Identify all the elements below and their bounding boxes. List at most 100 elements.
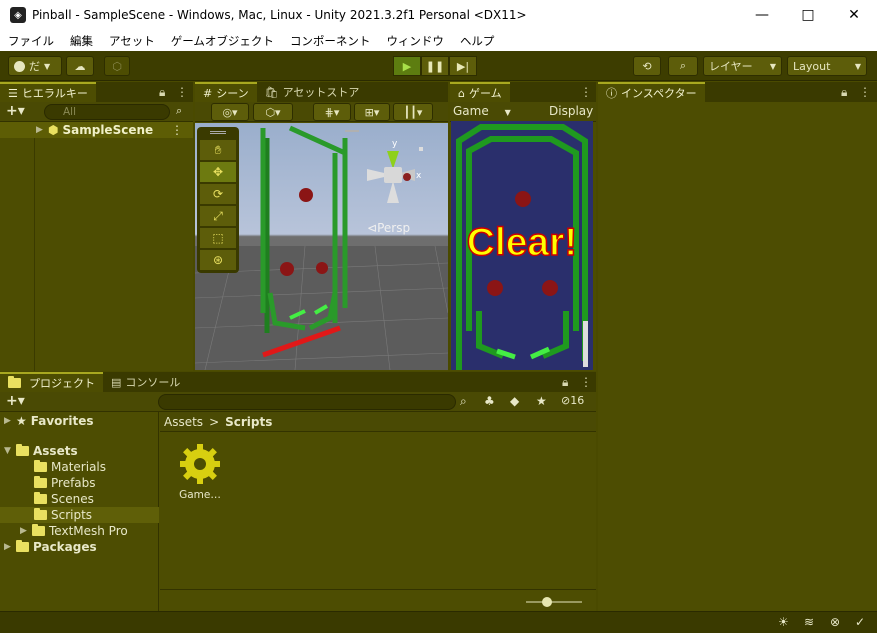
tab-game[interactable]: ⌂ ゲーム: [450, 82, 510, 102]
expand-arrow-icon[interactable]: ▶: [4, 542, 16, 552]
menu-window[interactable]: ウィンドウ: [378, 33, 452, 49]
favorites-row[interactable]: ▶ ★ Favorites: [4, 413, 93, 429]
rotate-tool-button[interactable]: ⟳: [200, 184, 236, 204]
asset-item-script[interactable]: Game…: [170, 442, 230, 501]
folder-materials[interactable]: Materials: [34, 459, 106, 475]
folder-scenes[interactable]: Scenes: [34, 491, 94, 507]
tab-project[interactable]: プロジェクト: [0, 372, 103, 392]
rect-tool-button[interactable]: ⬚: [200, 228, 236, 248]
menu-edit[interactable]: 編集: [62, 33, 101, 49]
tab-console[interactable]: ▤ コンソール: [103, 372, 188, 392]
kebab-menu-icon[interactable]: ⋮: [171, 123, 183, 137]
folder-prefabs[interactable]: Prefabs: [34, 475, 96, 491]
breadcrumb-root[interactable]: Assets: [164, 415, 203, 429]
folder-label: Materials: [51, 460, 107, 474]
game-mode-label: Game: [453, 104, 489, 118]
tab-inspector[interactable]: ⓘ インスペクター: [598, 82, 705, 102]
label-tag-icon[interactable]: ◆: [510, 394, 519, 408]
expand-arrow-icon[interactable]: ▶: [20, 526, 32, 536]
cube-icon: ⬡▾: [265, 105, 281, 119]
hierarchy-toolbar: +▾ All ⌕: [0, 102, 193, 122]
close-button[interactable]: ✕: [831, 0, 877, 30]
cloud-button[interactable]: ☁: [66, 56, 94, 76]
project-search-input[interactable]: [158, 394, 456, 410]
scene-gizmo[interactable]: y x: [363, 139, 423, 211]
draw-mode-icon: ◎▾: [222, 105, 238, 119]
game-viewport[interactable]: Clear!: [451, 121, 593, 370]
kebab-menu-icon[interactable]: ⋮: [859, 85, 871, 99]
debug-mode-icon[interactable]: ⊗: [830, 615, 840, 629]
search-by-type-icon[interactable]: ⌕: [460, 394, 467, 409]
add-button[interactable]: +▾: [6, 103, 25, 119]
search-button[interactable]: ⌕: [668, 56, 698, 76]
favorite-star-icon[interactable]: ★: [536, 394, 547, 408]
cloud-icon: ☁: [74, 59, 86, 73]
expand-arrow-icon[interactable]: ▶: [4, 416, 16, 426]
display-dropdown[interactable]: Display: [549, 104, 593, 118]
hierarchy-search-placeholder: All: [63, 106, 77, 118]
filter-type-icon[interactable]: ♣: [484, 394, 495, 408]
account-label: だ: [29, 60, 40, 73]
history-button[interactable]: ⟲: [633, 56, 661, 76]
folder-scripts[interactable]: Scripts: [0, 507, 159, 523]
menu-help[interactable]: ヘルプ: [452, 33, 503, 49]
kebab-menu-icon[interactable]: ⋮: [580, 375, 592, 389]
transform-tool-button[interactable]: ⊛: [200, 250, 236, 270]
assets-row[interactable]: ▼ Assets: [4, 443, 78, 459]
menu-gameobject[interactable]: ゲームオブジェクト: [163, 33, 282, 49]
project-toolbar: +▾ ⌕ ♣ ◆ ★ ⊘16: [0, 392, 596, 412]
snap-dropdown[interactable]: ⊞▾: [354, 103, 390, 121]
hierarchy-search-input[interactable]: All: [44, 104, 170, 120]
draw-mode-dropdown[interactable]: ◎▾: [211, 103, 249, 121]
icon-size-slider-track[interactable]: [526, 601, 582, 603]
packages-row[interactable]: ▶ Packages: [4, 539, 97, 555]
search-by-type-icon[interactable]: ⌕: [176, 104, 182, 118]
hidden-packages-toggle[interactable]: ⊘16: [561, 394, 584, 407]
layers-stack-icon[interactable]: ≋: [804, 615, 814, 629]
minimize-button[interactable]: —: [739, 0, 785, 30]
check-circle-icon[interactable]: ✓: [855, 615, 865, 629]
tab-asset-store[interactable]: 🛍︎ アセットストア: [257, 82, 368, 102]
create-button[interactable]: +▾: [6, 393, 25, 409]
move-icon: ✥: [212, 165, 224, 179]
account-dropdown[interactable]: だ ▼: [8, 56, 62, 76]
palette-grip-icon[interactable]: [210, 131, 226, 134]
maximize-button[interactable]: □: [785, 0, 831, 30]
collab-button[interactable]: ⬡: [104, 56, 130, 76]
menu-component[interactable]: コンポーネント: [282, 33, 379, 49]
project-folder-tree: ▶ ★ Favorites ▼ Assets Materials Prefabs…: [0, 412, 159, 611]
play-button[interactable]: ▶: [393, 56, 421, 76]
lock-icon[interactable]: 🔒︎: [562, 375, 568, 390]
menu-file[interactable]: ファイル: [0, 33, 62, 49]
scale-tool-button[interactable]: ⤢: [200, 206, 236, 226]
breadcrumb-current[interactable]: Scripts: [225, 415, 272, 429]
pause-button[interactable]: ❚❚: [421, 56, 449, 76]
folder-icon: [32, 524, 45, 536]
layers-dropdown[interactable]: レイヤー ▼: [703, 56, 782, 76]
move-tool-button[interactable]: ✥: [200, 162, 236, 182]
kebab-menu-icon[interactable]: ⋮: [176, 85, 188, 99]
folder-textmesh-pro[interactable]: ▶ TextMesh Pro: [20, 523, 128, 539]
step-button[interactable]: ▶|: [449, 56, 477, 76]
collab-icon: ⬡: [112, 59, 122, 73]
hand-tool-button[interactable]: ✋︎: [200, 140, 236, 160]
icon-size-slider-thumb[interactable]: [542, 597, 552, 607]
shading-dropdown[interactable]: ⬡▾: [253, 103, 293, 121]
collapse-arrow-icon[interactable]: ▼: [4, 446, 16, 456]
lock-icon[interactable]: 🔒︎: [159, 85, 165, 100]
bug-icon[interactable]: ☀: [778, 615, 789, 629]
layout-dropdown[interactable]: Layout ▼: [787, 56, 867, 76]
grid-snap-dropdown[interactable]: ⋕▾: [313, 103, 351, 121]
hierarchy-scene-row[interactable]: ▶ ⬢ SampleScene ⋮: [0, 122, 193, 138]
tab-hierarchy[interactable]: ☰ ヒエラルキー: [0, 82, 96, 102]
persp-toggle[interactable]: ⊲Persp: [367, 221, 410, 235]
history-icon: ⟲: [642, 59, 652, 73]
tab-scene[interactable]: # シーン: [195, 82, 257, 102]
lock-icon[interactable]: 🔒︎: [841, 85, 847, 100]
kebab-menu-icon[interactable]: ⋮: [580, 85, 592, 99]
increment-snap-dropdown[interactable]: ┃┃▾: [393, 103, 433, 121]
scene-viewport[interactable]: y x ⊲Persp ✋︎ ✥ ⟳ ⤢ ⬚ ⊛: [195, 123, 448, 370]
game-mode-dropdown[interactable]: Game ▼: [453, 104, 511, 118]
menu-assets[interactable]: アセット: [101, 33, 163, 49]
expand-arrow-icon[interactable]: ▶: [36, 125, 48, 135]
